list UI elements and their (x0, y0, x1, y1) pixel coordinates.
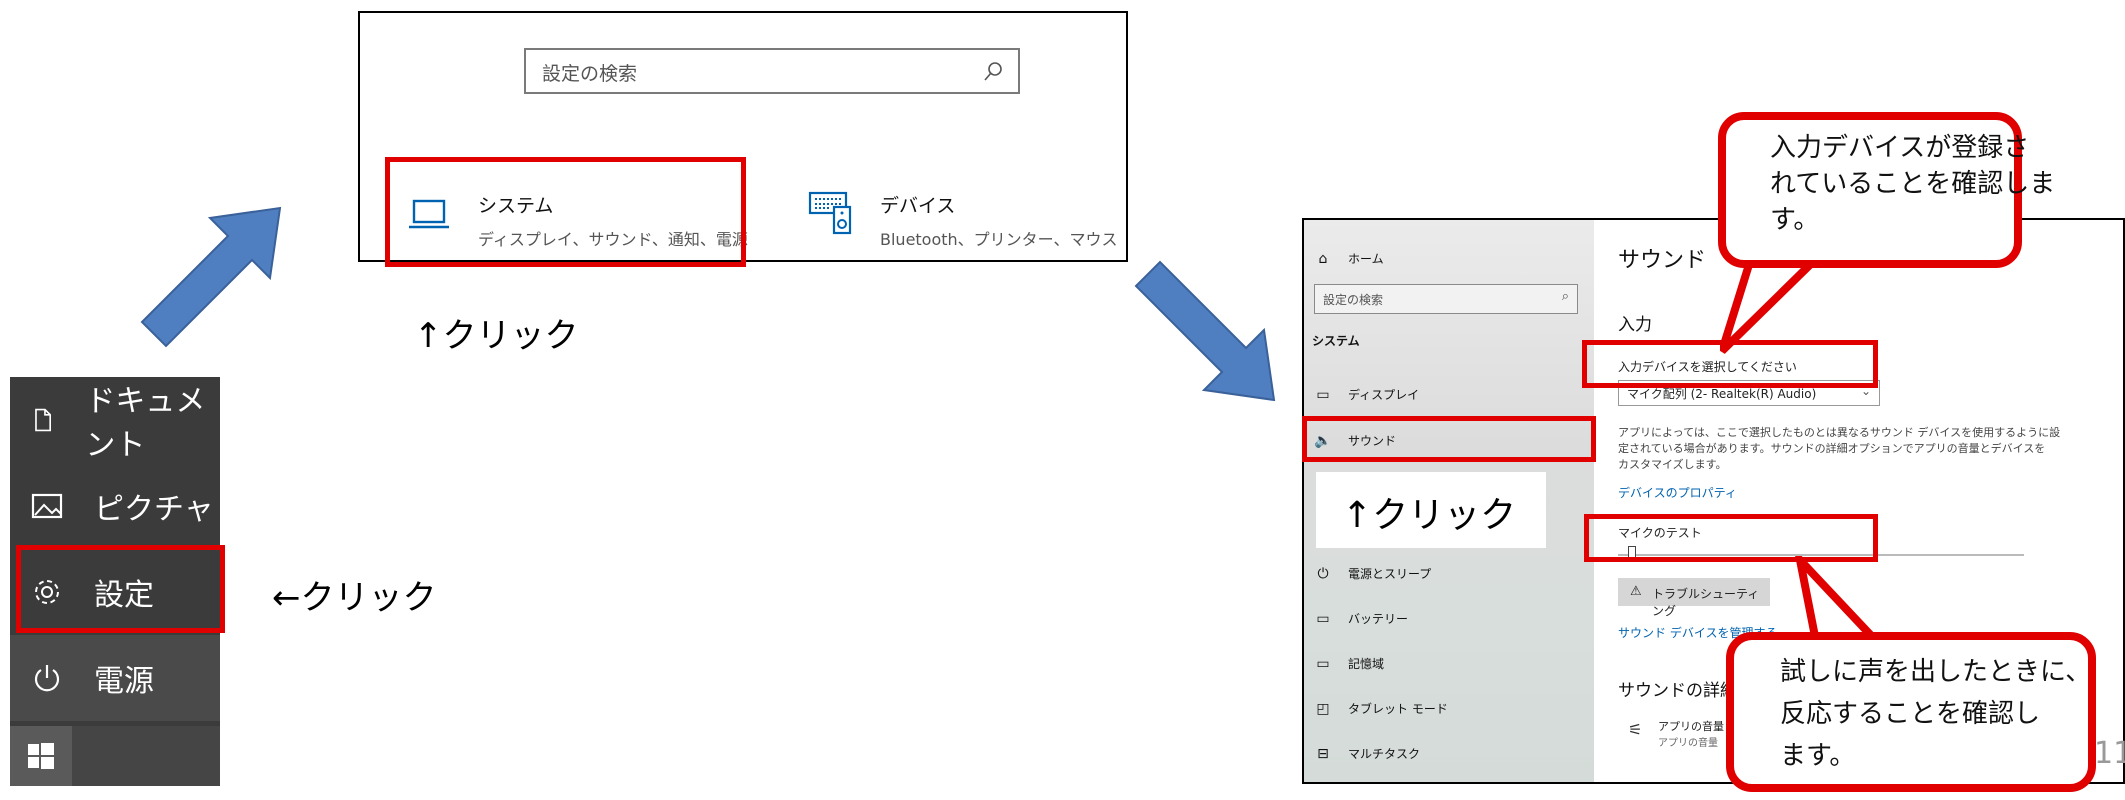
sidebar-item-label: ディスプレイ (1348, 388, 1420, 402)
sidebar-item-label: バッテリー (1348, 612, 1409, 626)
callout-bottom-line: 反応することを確認し (1780, 699, 2041, 729)
sound-item-highlight-box (1302, 416, 1596, 462)
search-placeholder: 設定の検索 (1323, 293, 1384, 307)
storage-icon: ▭ (1316, 655, 1330, 672)
start-item-label: ドキュメント (85, 384, 206, 463)
search-placeholder: 設定の検索 (542, 63, 638, 85)
input-heading: 入力 (1618, 315, 1652, 335)
sidebar-item-label: 記憶域 (1348, 657, 1385, 671)
sidebar-item-display[interactable]: ▭ ディスプレイ (1312, 386, 1419, 403)
settings-sidebar: ⌂ ホーム 設定の検索 ⌕ システム ▭ ディスプレイ 🔈 サウンド ⏻ 電源と… (1304, 220, 1594, 782)
advanced-heading: サウンドの詳細 (1618, 681, 1737, 701)
tile-devices[interactable]: デバイス Bluetooth、プリンター、マウス (808, 191, 1118, 250)
search-icon (984, 62, 1002, 81)
page-number: 11 (2094, 736, 2125, 771)
picture-icon (31, 493, 63, 519)
device-properties-link[interactable]: デバイスのプロパティ (1618, 484, 1737, 501)
warning-icon: ⚠ (1630, 584, 1642, 599)
start-button[interactable] (10, 726, 72, 786)
callout-tail-top (1720, 255, 1826, 354)
description-line: アプリによっては、ここで選択したものとは異なるサウンド デバイスを使用するように… (1618, 426, 2061, 439)
sidebar-item-power-sleep[interactable]: ⏻ 電源とスリープ (1312, 565, 1431, 582)
settings-highlight-box (16, 545, 225, 633)
tile-title: デバイス (880, 195, 956, 217)
sidebar-item-multitasking[interactable]: ⊟ マルチタスク (1312, 745, 1420, 762)
arrow-down-right-icon (1134, 260, 1276, 402)
sidebar-search-input[interactable]: 設定の検索 ⌕ (1314, 284, 1578, 314)
callout-top-line: れていることを確認しま (1770, 169, 2056, 199)
document-icon (35, 408, 52, 432)
click-annotation-panel: ↑クリック (1316, 472, 1546, 548)
sidebar-item-tablet-mode[interactable]: ◰ タブレット モード (1312, 700, 1448, 717)
sidebar-item-storage[interactable]: ▭ 記憶域 (1312, 655, 1384, 672)
multitask-icon: ⊟ (1317, 745, 1329, 762)
sidebar-item-label: ホーム (1348, 252, 1384, 266)
power-icon: ⏻ (1317, 565, 1329, 582)
troubleshoot-label: トラブルシューティング (1652, 587, 1760, 618)
search-icon: ⌕ (1561, 289, 1569, 304)
battery-icon: ▭ (1316, 610, 1330, 627)
click-annotation-left: ←クリック (272, 578, 437, 618)
sidebar-item-label: マルチタスク (1348, 747, 1421, 761)
troubleshoot-button[interactable]: ⚠ トラブルシューティング (1618, 578, 1770, 618)
start-item-pictures[interactable]: ピクチャ (10, 463, 220, 549)
page-title: サウンド (1618, 248, 1707, 273)
callout-bottom-line: ます。 (1780, 741, 1856, 771)
home-icon: ⌂ (1318, 250, 1328, 267)
start-item-power[interactable]: 電源 (10, 635, 220, 721)
settings-search-input[interactable]: 設定の検索 (524, 48, 1020, 94)
power-icon (34, 665, 60, 692)
sidebar-item-label: 電源とスリープ (1348, 567, 1432, 581)
sidebar-item-battery[interactable]: ▭ バッテリー (1312, 610, 1408, 627)
system-highlight-box (385, 157, 746, 267)
sidebar-section-title: システム (1312, 334, 1360, 348)
app-volume-subtitle: アプリの音量 (1658, 738, 1718, 749)
callout-top-line: す。 (1770, 205, 1820, 235)
description-line: 定されている場合があります。サウンドの詳細オプションでアプリの音量とデバイスを (1618, 442, 2046, 455)
start-item-label: ピクチャ (94, 492, 214, 527)
start-item-documents[interactable]: ドキュメント (10, 377, 220, 463)
click-annotation-top: ↑クリック (414, 316, 579, 356)
sidebar-item-home[interactable]: ⌂ ホーム (1312, 250, 1384, 267)
tile-subtitle: Bluetooth、プリンター、マウス (880, 230, 1118, 249)
arrow-up-right-icon (140, 206, 282, 348)
keyboard-speaker-icon (808, 191, 852, 235)
app-volume-title: アプリの音量 (1658, 720, 1724, 733)
description-line: カスタマイズします。 (1618, 458, 1727, 471)
monitor-icon: ▭ (1316, 386, 1330, 403)
callout-top-line: 入力デバイスが登録さ (1770, 133, 2030, 163)
sliders-icon: ⚟ (1628, 720, 1643, 739)
callout-bottom-line: 試しに声を出したときに、 (1780, 657, 2092, 687)
click-annotation-sound: ↑クリック (1342, 495, 1517, 536)
start-item-label: 電源 (94, 664, 154, 699)
windows-logo-icon (28, 743, 54, 769)
mic-test-highlight-box (1584, 514, 1878, 562)
tablet-icon: ◰ (1316, 700, 1330, 717)
sidebar-item-label: タブレット モード (1348, 702, 1448, 716)
